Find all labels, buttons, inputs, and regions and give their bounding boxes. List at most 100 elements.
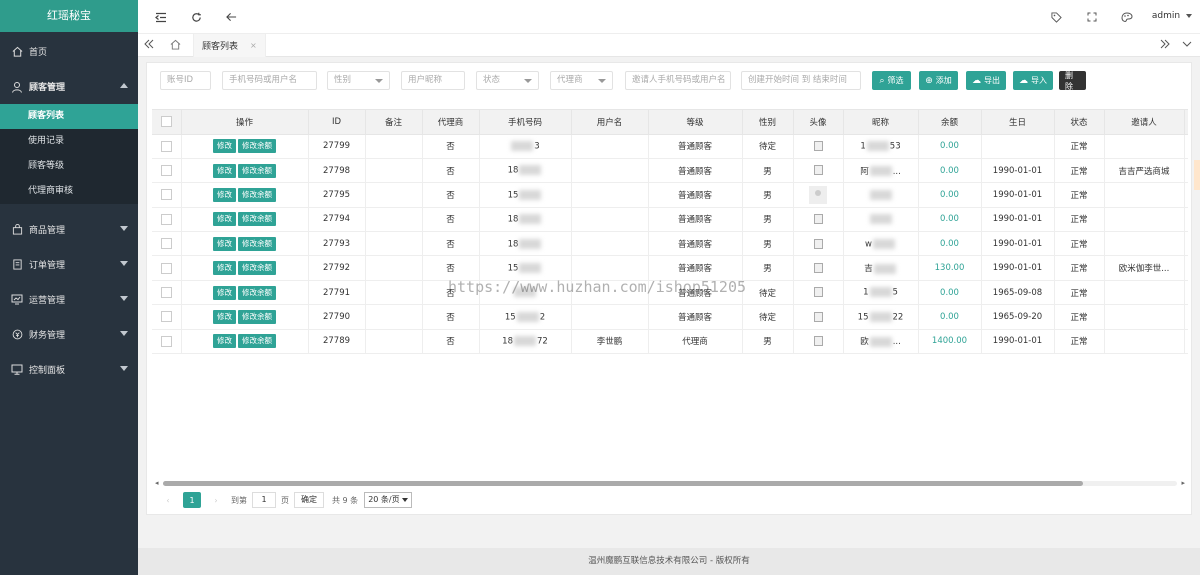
cell-inviter xyxy=(1104,231,1185,257)
redacted-block xyxy=(866,140,889,151)
row-checkbox[interactable] xyxy=(152,304,182,330)
home-icon xyxy=(10,45,24,59)
cell-level: 代理商 xyxy=(648,329,743,355)
row-checkbox[interactable] xyxy=(152,207,182,233)
row-checkbox[interactable] xyxy=(152,255,182,281)
edit-button[interactable]: 修改 xyxy=(213,212,236,227)
chevron-down-icon[interactable] xyxy=(1182,40,1192,51)
scroll-left-arrow-icon[interactable]: ◂ xyxy=(155,479,159,487)
edit-button[interactable]: 修改 xyxy=(213,187,236,202)
filter-button[interactable]: ⌕ 筛选 xyxy=(872,71,911,90)
row-checkbox[interactable] xyxy=(152,231,182,257)
sidebar-item-products[interactable]: 商品管理 xyxy=(0,212,138,247)
cell-username: 李世鹏 xyxy=(571,329,649,355)
goto-page-input[interactable]: 1 xyxy=(252,492,276,508)
scroll-right-arrow-icon[interactable]: ▸ xyxy=(1181,479,1185,487)
sidebar-item-control-panel[interactable]: 控制面板 xyxy=(0,352,138,387)
row-checkbox[interactable] xyxy=(152,280,182,306)
edit-button[interactable]: 修改 xyxy=(213,309,236,324)
app-logo: 红瑶秘宝 xyxy=(0,0,138,32)
cell-username xyxy=(571,231,649,257)
cell-extra xyxy=(1184,182,1188,208)
goto-confirm-button[interactable]: 确定 xyxy=(294,492,324,508)
bag-icon xyxy=(10,223,24,237)
horizontal-scrollbar[interactable]: ◂ ▸ xyxy=(155,478,1185,488)
edit-balance-button[interactable]: 修改余额 xyxy=(238,285,276,300)
sidebar-subitem-customer-list[interactable]: 顾客列表 xyxy=(0,104,138,129)
id-input[interactable]: 账号ID xyxy=(160,71,211,90)
inviter-input[interactable]: 邀请人手机号码或用户名 xyxy=(625,71,731,90)
gender-select[interactable]: 性别 xyxy=(327,71,390,90)
column-header[interactable]: ID xyxy=(308,110,366,135)
goto-label: 到第 xyxy=(231,495,247,505)
row-checkbox[interactable] xyxy=(152,158,182,184)
sidebar-item-finance[interactable]: 财务管理 xyxy=(0,317,138,352)
refresh-icon[interactable] xyxy=(188,9,204,25)
user-menu[interactable]: admin xyxy=(1152,11,1192,21)
scroll-thumb[interactable] xyxy=(163,481,1083,486)
delete-button[interactable]: 删除 xyxy=(1059,71,1086,91)
edit-balance-button[interactable]: 修改余额 xyxy=(238,139,276,154)
cell-balance: 1400.00 xyxy=(918,329,982,355)
chevron-down-icon xyxy=(120,261,128,266)
edit-balance-button[interactable]: 修改余额 xyxy=(238,261,276,276)
sidebar-item-customers[interactable]: 顾客管理 xyxy=(0,69,138,104)
menu-toggle-icon[interactable] xyxy=(153,9,169,25)
sidebar-item-orders[interactable]: 订单管理 xyxy=(0,247,138,282)
next-page-icon[interactable]: › xyxy=(207,492,225,508)
sidebar-item-label: 首页 xyxy=(29,48,48,58)
sidebar-item-home[interactable]: 首页 xyxy=(0,34,138,69)
cell-phone: 18 72 xyxy=(479,329,572,355)
page-button-current[interactable]: 1 xyxy=(183,492,201,508)
edit-button[interactable]: 修改 xyxy=(213,163,236,178)
cell-phone: 18 xyxy=(479,231,572,257)
scroll-left-icon[interactable] xyxy=(144,39,154,52)
palette-icon[interactable] xyxy=(1119,9,1135,25)
sidebar-subitem-usage-records[interactable]: 使用记录 xyxy=(0,129,138,154)
column-header: 状态 xyxy=(1054,110,1105,135)
edit-balance-button[interactable]: 修改余额 xyxy=(238,309,276,324)
edit-button[interactable]: 修改 xyxy=(213,261,236,276)
fullscreen-icon[interactable] xyxy=(1084,9,1100,25)
edit-balance-button[interactable]: 修改余额 xyxy=(238,212,276,227)
import-button[interactable]: ☁ 导入 xyxy=(1013,71,1053,90)
redacted-block xyxy=(869,214,892,225)
status-select[interactable]: 状态 xyxy=(476,71,539,90)
tag-icon[interactable] xyxy=(1048,9,1064,25)
date-range-input[interactable]: 创建开始时间 到 结束时间 xyxy=(741,71,861,90)
select-all-checkbox[interactable] xyxy=(152,110,182,135)
edit-button[interactable]: 修改 xyxy=(213,139,236,154)
edit-balance-button[interactable]: 修改余额 xyxy=(238,187,276,202)
sidebar-subitem-customer-levels[interactable]: 顾客等级 xyxy=(0,154,138,179)
export-button[interactable]: ☁ 导出 xyxy=(966,71,1006,90)
scroll-right-icon[interactable] xyxy=(1160,39,1170,52)
edit-button[interactable]: 修改 xyxy=(213,334,236,349)
back-arrow-icon[interactable] xyxy=(223,9,239,25)
tab-customer-list[interactable]: 顾客列表 × xyxy=(193,34,266,57)
cell-remark xyxy=(365,255,423,281)
edit-button[interactable]: 修改 xyxy=(213,285,236,300)
agent-select[interactable]: 代理商 xyxy=(550,71,613,90)
edit-balance-button[interactable]: 修改余额 xyxy=(238,334,276,349)
row-checkbox[interactable] xyxy=(152,329,182,355)
nickname-input[interactable]: 用户昵称 xyxy=(401,71,465,90)
add-button[interactable]: ⊕ 添加 xyxy=(919,71,958,90)
prev-page-icon[interactable]: ‹ xyxy=(159,492,177,508)
edit-balance-button[interactable]: 修改余额 xyxy=(238,163,276,178)
phone-input[interactable]: 手机号码或用户名 xyxy=(222,71,317,90)
row-checkbox[interactable] xyxy=(152,134,182,159)
edit-button[interactable]: 修改 xyxy=(213,236,236,251)
edit-balance-button[interactable]: 修改余额 xyxy=(238,236,276,251)
row-checkbox[interactable] xyxy=(152,182,182,208)
column-header: 余额 xyxy=(918,110,982,135)
sidebar-subitem-agent-review[interactable]: 代理商审核 xyxy=(0,179,138,204)
page-size-select[interactable]: 20 条/页 xyxy=(364,492,413,508)
sidebar-item-label: 顾客管理 xyxy=(29,83,66,93)
sidebar-item-operations[interactable]: 运营管理 xyxy=(0,282,138,317)
home-tab-icon[interactable] xyxy=(170,39,181,53)
cell-agent: 否 xyxy=(422,329,480,355)
chevron-down-icon xyxy=(120,296,128,301)
close-icon[interactable]: × xyxy=(250,41,257,50)
table-row: 修改 修改余额 27789 否 18 72 李世鹏 代理商男欧... 1400.00 1990-0… xyxy=(152,329,1188,355)
phone-suffix: 3 xyxy=(534,141,540,152)
